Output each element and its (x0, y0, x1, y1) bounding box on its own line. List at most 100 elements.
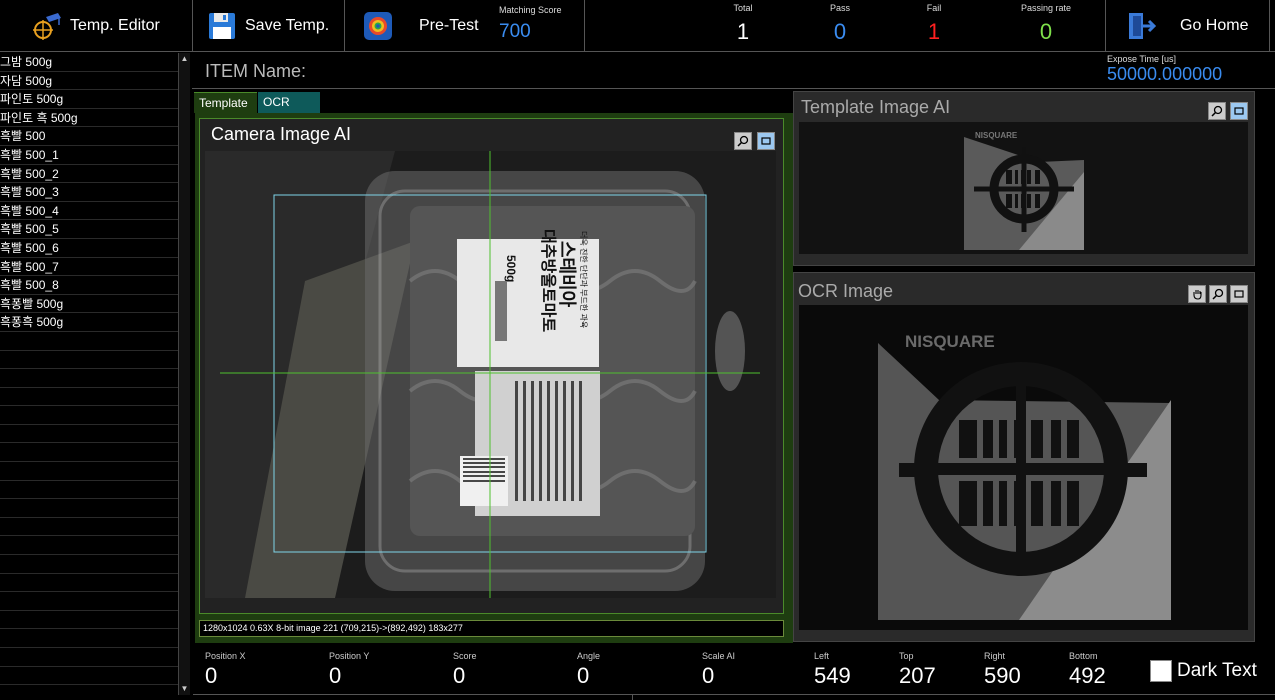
expose-time: Expose Time [us] 50000.000000 (1107, 54, 1222, 85)
divider (632, 694, 633, 700)
list-item[interactable] (0, 667, 189, 686)
save-temp-button[interactable]: Save Temp. (193, 0, 345, 52)
top-toolbar: Temp. Editor Save Temp. Pre-Test Matchin (0, 0, 1275, 52)
list-item[interactable]: 그밤 500g (0, 53, 189, 72)
list-item[interactable]: 자담 500g (0, 72, 189, 91)
position-y-caption: Position Y (329, 651, 370, 661)
camera-photo: 500g 스테비아 대추방울토마토 더욱 진한 단단과 부드한 과육 (205, 151, 776, 598)
graduation-target-icon (30, 9, 64, 43)
template-image[interactable]: NISQUARE (799, 122, 1248, 254)
list-item[interactable] (0, 592, 189, 611)
template-fit-button[interactable] (1230, 102, 1248, 120)
ocr-pan-button[interactable] (1188, 285, 1206, 303)
camera-image[interactable]: 500g 스테비아 대추방울토마토 더욱 진한 단단과 부드한 과육 (205, 151, 776, 598)
camera-image-title: Camera Image AI (211, 124, 352, 144)
scroll-up-icon[interactable]: ▲ (179, 53, 190, 65)
template-image-render: NISQUARE (799, 122, 1248, 254)
position-y-value: 0 (329, 663, 342, 688)
product-weight: 500g (504, 255, 518, 282)
list-scrollbar[interactable]: ▲ ▼ (178, 53, 190, 695)
template-zoom-button[interactable] (1208, 102, 1226, 120)
stat-pass: Pass 0 (795, 3, 885, 45)
template-list: 그밤 500g 자담 500g 파인토 500g 파인토 흑 500g 흑빨 500 흑빨… (0, 53, 190, 695)
list-item[interactable]: 흑빨 500_1 (0, 146, 189, 165)
magnifier-icon (1211, 105, 1223, 117)
pre-test-label: Pre-Test (419, 17, 479, 34)
roi-top-value[interactable]: 207 (899, 663, 936, 689)
expose-time-caption: Expose Time [us] (1107, 54, 1177, 64)
roi-right-value[interactable]: 590 (984, 663, 1021, 689)
list-item[interactable] (0, 518, 189, 537)
template-image-title: Template Image AI (801, 97, 951, 117)
scroll-down-icon[interactable]: ▼ (179, 683, 190, 695)
list-item[interactable]: 흑빨 500 (0, 127, 189, 146)
pre-test-button[interactable]: Pre-Test Matching Score 700 (345, 0, 585, 52)
temp-editor-button[interactable]: Temp. Editor (0, 0, 193, 52)
product-tagline: 더욱 진한 단단과 부드한 과육 (579, 231, 589, 328)
list-item[interactable]: 파인토 500g (0, 90, 189, 109)
exit-door-icon (1124, 9, 1158, 43)
ocr-fit-button[interactable] (1230, 285, 1248, 303)
score-value: 0 (453, 663, 466, 688)
list-item[interactable] (0, 499, 189, 518)
list-item[interactable] (0, 462, 189, 481)
stat-total-caption: Total (733, 3, 753, 13)
stat-rate-caption: Passing rate (1020, 3, 1072, 13)
list-item[interactable] (0, 425, 189, 444)
list-item[interactable] (0, 406, 189, 425)
list-item[interactable]: 흑빨 500_3 (0, 183, 189, 202)
list-item[interactable]: 흑퐁빨 500g (0, 295, 189, 314)
position-y-readout: Position Y 0 (329, 651, 369, 689)
angle-value: 0 (577, 663, 590, 688)
ocr-zoom-button[interactable] (1209, 285, 1227, 303)
roi-top-caption: Top (899, 651, 914, 661)
position-x-caption: Position X (205, 651, 246, 661)
go-home-button[interactable]: Go Home (1105, 0, 1270, 52)
tab-template[interactable]: Template (194, 92, 257, 113)
list-item[interactable] (0, 648, 189, 667)
position-x-value: 0 (205, 663, 218, 688)
list-item[interactable]: 흑빨 500_8 (0, 276, 189, 295)
roi-bottom-value[interactable]: 492 (1069, 663, 1106, 689)
ocr-image[interactable]: NISQUARE (799, 305, 1248, 630)
angle-caption: Angle (577, 651, 601, 661)
list-item[interactable] (0, 351, 189, 370)
expose-time-value[interactable]: 50000.000000 (1107, 64, 1222, 85)
list-item[interactable] (0, 555, 189, 574)
list-item[interactable] (0, 611, 189, 630)
list-item[interactable] (0, 443, 189, 463)
list-item[interactable]: 흑빨 500_5 (0, 220, 189, 239)
list-item[interactable] (0, 481, 189, 500)
magnifier-icon (1212, 288, 1224, 300)
list-item[interactable] (0, 574, 189, 593)
ocr-image-title: OCR Image (798, 281, 894, 301)
camera-zoom-button[interactable] (734, 132, 752, 150)
go-home-label: Go Home (1180, 17, 1249, 34)
list-item[interactable]: 흑퐁흑 500g (0, 313, 189, 332)
tab-ocr[interactable]: OCR (258, 92, 320, 113)
rectangle-icon (1234, 107, 1244, 115)
list-item[interactable] (0, 332, 189, 351)
list-item[interactable] (0, 369, 189, 388)
stat-pass-caption: Pass (829, 3, 850, 13)
roi-left-value[interactable]: 549 (814, 663, 851, 689)
dark-text-checkbox[interactable]: Dark Text (1150, 660, 1257, 682)
image-status-line: 1280x1024 0.63X 8-bit image 221 (709,215… (199, 620, 784, 637)
rectangle-icon (1234, 290, 1244, 298)
product-name-line2: 대추방울토마토 (539, 229, 558, 332)
camera-fit-button[interactable] (757, 132, 775, 150)
ocr-image-render: NISQUARE (799, 305, 1248, 630)
list-item[interactable]: 흑빨 500_7 (0, 258, 189, 277)
list-item[interactable] (0, 629, 189, 648)
list-item[interactable]: 파인토 흑 500g (0, 109, 189, 128)
list-item[interactable]: 흑빨 500_2 (0, 165, 189, 184)
dark-text-check-box[interactable] (1150, 660, 1172, 682)
list-item[interactable]: 흑빨 500_6 (0, 239, 189, 258)
divider (192, 88, 1275, 89)
hand-icon (1193, 290, 1202, 300)
list-item[interactable]: 흑빨 500_4 (0, 202, 189, 221)
list-item[interactable] (0, 536, 189, 556)
list-item[interactable] (0, 388, 189, 407)
stat-pass-value: 0 (833, 19, 847, 44)
dark-text-label: Dark Text (1177, 660, 1257, 681)
